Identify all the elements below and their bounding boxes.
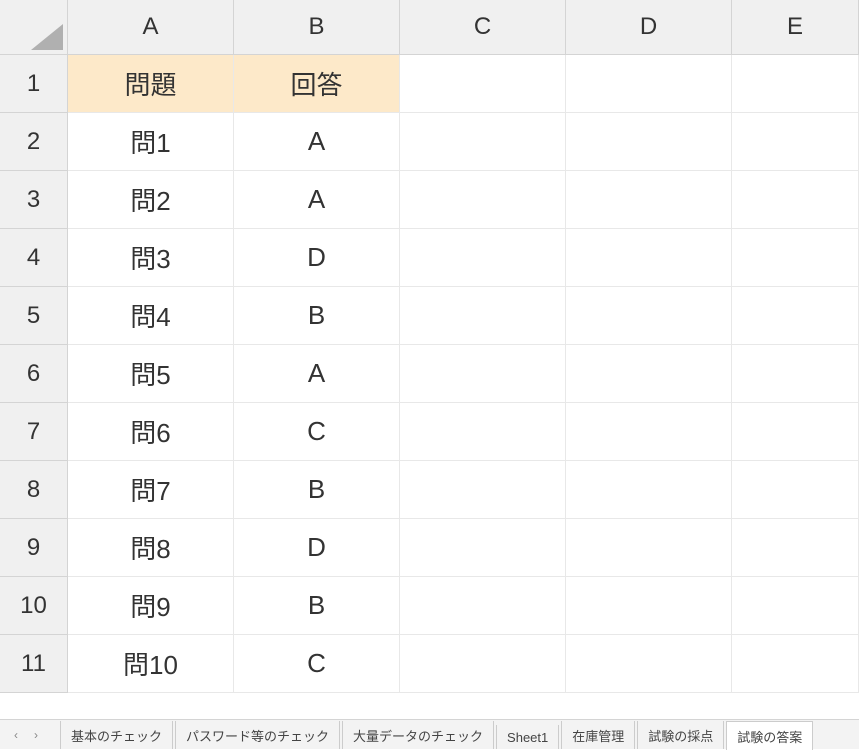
cell-A2[interactable]: 問1: [68, 113, 234, 171]
select-all-corner[interactable]: [0, 0, 68, 55]
sheet-tabs-bar: ‹ › 基本のチェック パスワード等のチェック 大量データのチェック Sheet…: [0, 719, 859, 749]
cell-B9[interactable]: D: [234, 519, 400, 577]
cell-E8[interactable]: [732, 461, 859, 519]
col-header-C[interactable]: C: [400, 0, 566, 55]
cell-B3[interactable]: A: [234, 171, 400, 229]
tab-next-icon[interactable]: ›: [34, 728, 38, 742]
row-4: 問3 D: [68, 229, 859, 287]
row-header-5[interactable]: 5: [0, 287, 68, 345]
cell-B6[interactable]: A: [234, 345, 400, 403]
sheet-tab[interactable]: 試験の採点: [637, 721, 724, 749]
cell-D6[interactable]: [566, 345, 732, 403]
cells-area: 問題 回答 問1 A 問2 A 問3 D 問4: [68, 55, 859, 719]
cell-E11[interactable]: [732, 635, 859, 693]
cell-C8[interactable]: [400, 461, 566, 519]
row-headers: 1 2 3 4 5 6 7 8 9 10 11: [0, 55, 68, 719]
row-5: 問4 B: [68, 287, 859, 345]
cell-C6[interactable]: [400, 345, 566, 403]
cell-E3[interactable]: [732, 171, 859, 229]
cell-D11[interactable]: [566, 635, 732, 693]
cell-B7[interactable]: C: [234, 403, 400, 461]
cell-D7[interactable]: [566, 403, 732, 461]
col-header-B[interactable]: B: [234, 0, 400, 55]
cell-B11[interactable]: C: [234, 635, 400, 693]
cell-B2[interactable]: A: [234, 113, 400, 171]
row-7: 問6 C: [68, 403, 859, 461]
row-header-8[interactable]: 8: [0, 461, 68, 519]
sheet-tab-active[interactable]: 試験の答案: [726, 721, 813, 750]
cell-A1[interactable]: 問題: [68, 55, 234, 113]
row-header-6[interactable]: 6: [0, 345, 68, 403]
cell-C1[interactable]: [400, 55, 566, 113]
row-header-9[interactable]: 9: [0, 519, 68, 577]
cell-D9[interactable]: [566, 519, 732, 577]
cell-A5[interactable]: 問4: [68, 287, 234, 345]
sheet-tab[interactable]: パスワード等のチェック: [175, 721, 340, 749]
col-header-D[interactable]: D: [566, 0, 732, 55]
cell-D2[interactable]: [566, 113, 732, 171]
cell-E1[interactable]: [732, 55, 859, 113]
cell-B4[interactable]: D: [234, 229, 400, 287]
cell-B5[interactable]: B: [234, 287, 400, 345]
cell-A6[interactable]: 問5: [68, 345, 234, 403]
sheet-tabs: 基本のチェック パスワード等のチェック 大量データのチェック Sheet1 在庫…: [52, 720, 813, 749]
sheet-tab[interactable]: 在庫管理: [561, 721, 635, 749]
cell-A8[interactable]: 問7: [68, 461, 234, 519]
cell-E4[interactable]: [732, 229, 859, 287]
cell-C10[interactable]: [400, 577, 566, 635]
cell-B1[interactable]: 回答: [234, 55, 400, 113]
cell-E6[interactable]: [732, 345, 859, 403]
cell-A9[interactable]: 問8: [68, 519, 234, 577]
cell-B10[interactable]: B: [234, 577, 400, 635]
cell-A11[interactable]: 問10: [68, 635, 234, 693]
cell-C11[interactable]: [400, 635, 566, 693]
row-2: 問1 A: [68, 113, 859, 171]
row-header-10[interactable]: 10: [0, 577, 68, 635]
cell-E7[interactable]: [732, 403, 859, 461]
col-header-E[interactable]: E: [732, 0, 859, 55]
column-headers: A B C D E: [68, 0, 859, 55]
row-header-3[interactable]: 3: [0, 171, 68, 229]
cell-E9[interactable]: [732, 519, 859, 577]
cell-D5[interactable]: [566, 287, 732, 345]
col-header-A[interactable]: A: [68, 0, 234, 55]
cell-E2[interactable]: [732, 113, 859, 171]
sheet-tab[interactable]: 大量データのチェック: [342, 721, 494, 749]
row-header-11[interactable]: 11: [0, 635, 68, 693]
cell-E5[interactable]: [732, 287, 859, 345]
row-header-7[interactable]: 7: [0, 403, 68, 461]
spreadsheet: A B C D E 1 2 3 4 5 6 7 8 9 10 11 問題 回答 …: [0, 0, 859, 719]
cell-C4[interactable]: [400, 229, 566, 287]
row-11: 問10 C: [68, 635, 859, 693]
tab-prev-icon[interactable]: ‹: [14, 728, 18, 742]
cell-C3[interactable]: [400, 171, 566, 229]
cell-E10[interactable]: [732, 577, 859, 635]
row-header-4[interactable]: 4: [0, 229, 68, 287]
row-6: 問5 A: [68, 345, 859, 403]
row-1: 問題 回答: [68, 55, 859, 113]
cell-C2[interactable]: [400, 113, 566, 171]
cell-A7[interactable]: 問6: [68, 403, 234, 461]
cell-A10[interactable]: 問9: [68, 577, 234, 635]
row-3: 問2 A: [68, 171, 859, 229]
cell-C7[interactable]: [400, 403, 566, 461]
row-header-2[interactable]: 2: [0, 113, 68, 171]
row-9: 問8 D: [68, 519, 859, 577]
tab-nav: ‹ ›: [0, 720, 52, 749]
sheet-tab[interactable]: 基本のチェック: [60, 721, 173, 749]
cell-C5[interactable]: [400, 287, 566, 345]
cell-B8[interactable]: B: [234, 461, 400, 519]
cell-D8[interactable]: [566, 461, 732, 519]
cell-D1[interactable]: [566, 55, 732, 113]
row-header-1[interactable]: 1: [0, 55, 68, 113]
cell-C9[interactable]: [400, 519, 566, 577]
cell-D10[interactable]: [566, 577, 732, 635]
row-10: 問9 B: [68, 577, 859, 635]
cell-D4[interactable]: [566, 229, 732, 287]
sheet-tab[interactable]: Sheet1: [496, 725, 559, 749]
cell-A4[interactable]: 問3: [68, 229, 234, 287]
cell-D3[interactable]: [566, 171, 732, 229]
cell-A3[interactable]: 問2: [68, 171, 234, 229]
row-8: 問7 B: [68, 461, 859, 519]
